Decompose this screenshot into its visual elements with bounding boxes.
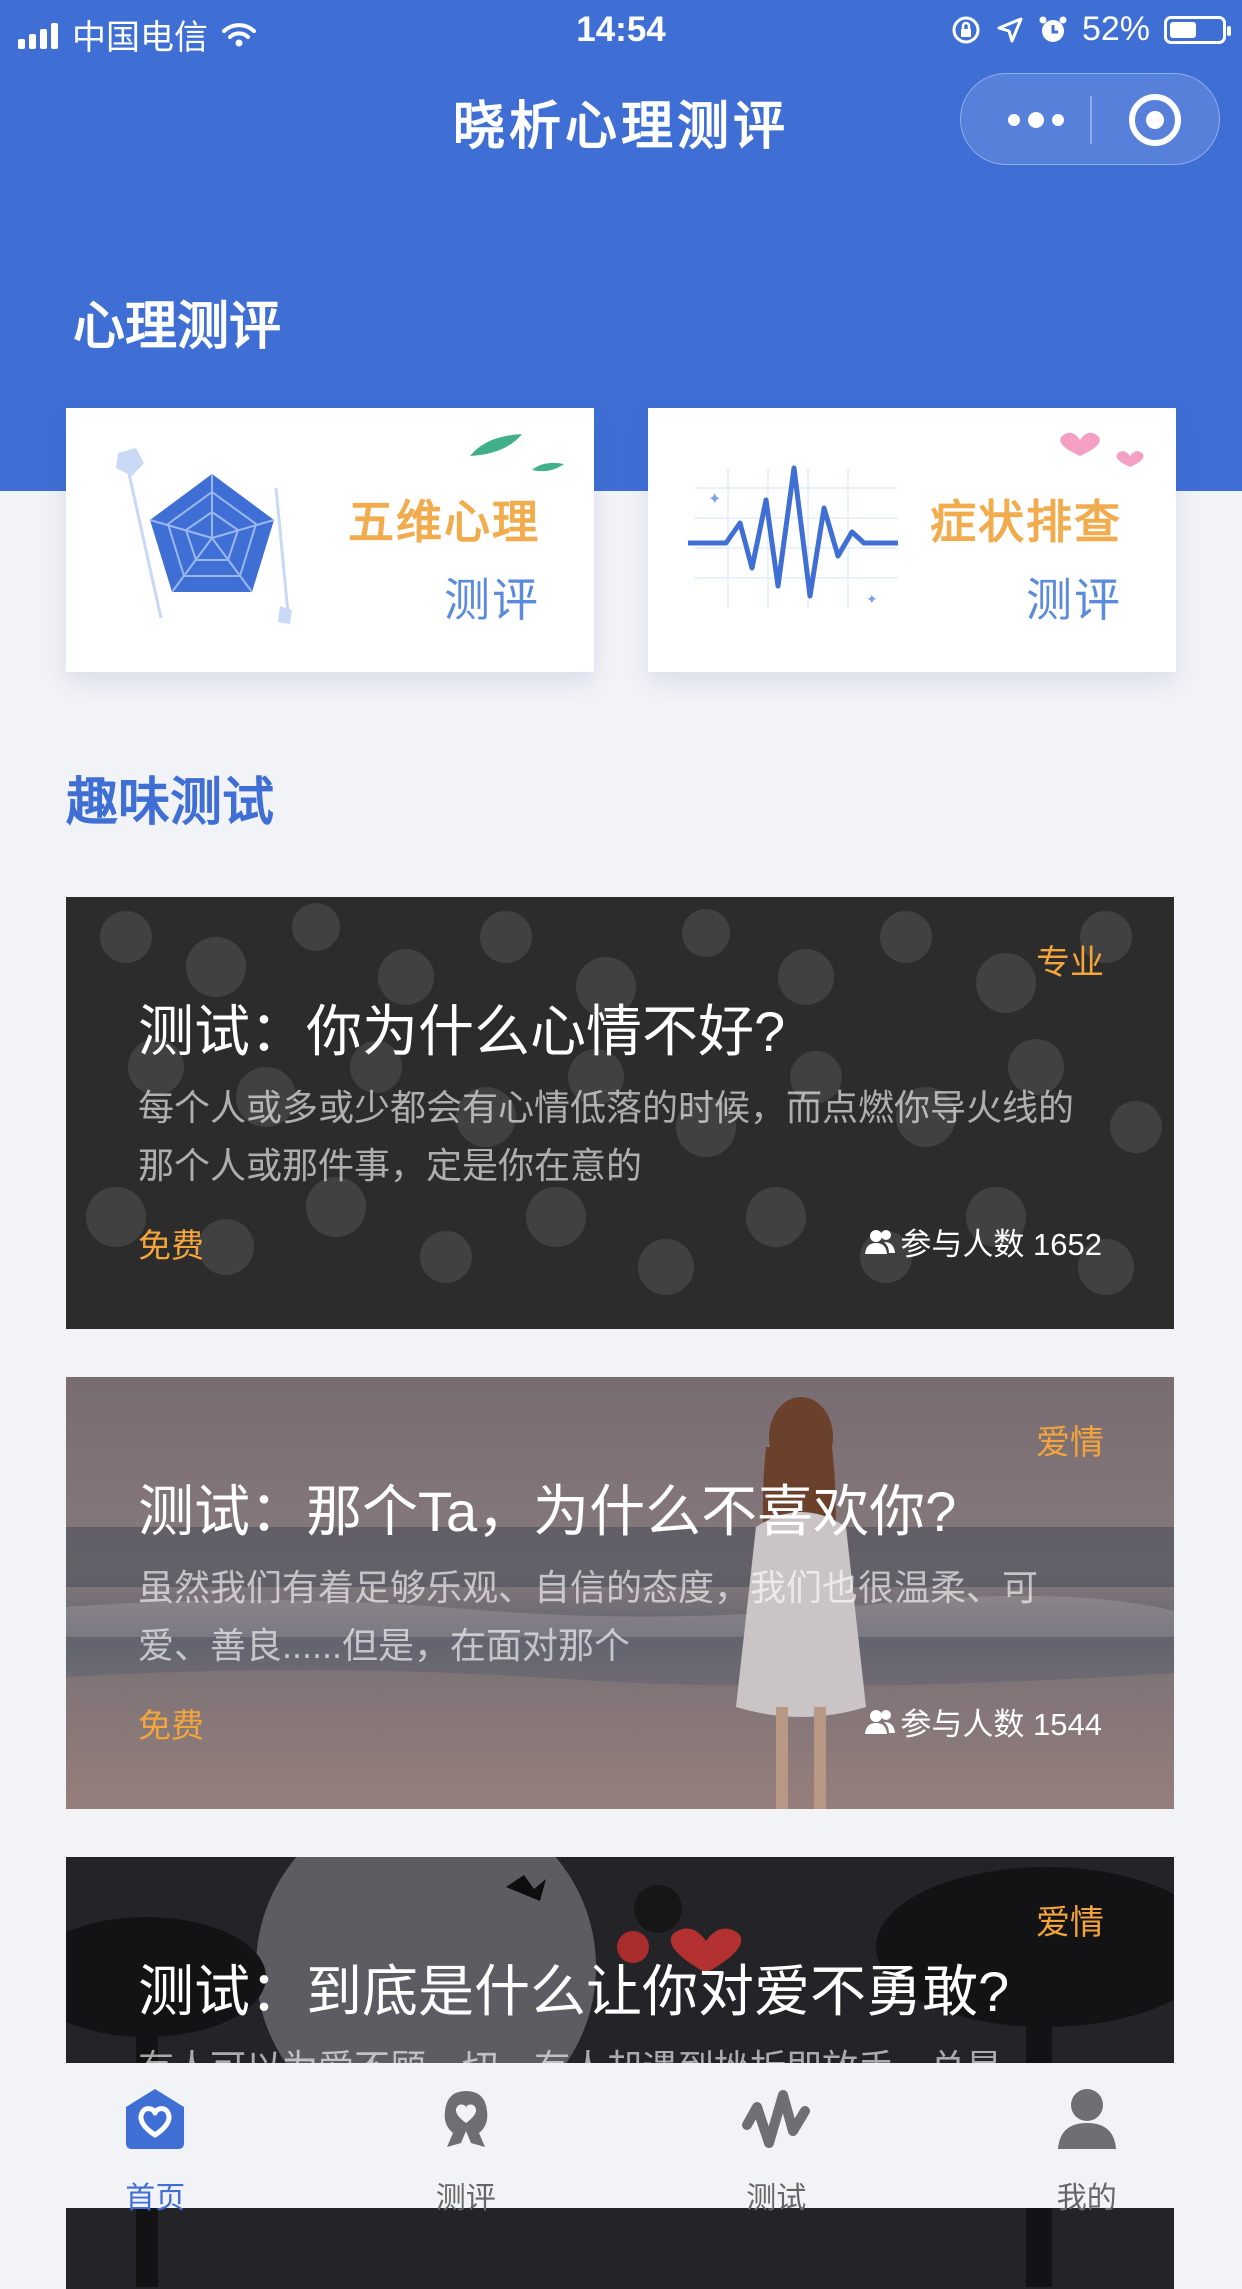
tab-mine[interactable]: 我的 [932, 2063, 1242, 2208]
participant-count: 参与人数 1544 [864, 1699, 1102, 1744]
battery-icon [1164, 16, 1226, 44]
tab-label: 测评 [311, 2173, 622, 2217]
capsule-divider [1090, 96, 1092, 144]
alarm-icon [1038, 15, 1068, 45]
status-right: 52% [950, 10, 1226, 49]
battery-percent: 52% [1082, 10, 1150, 49]
test-price: 免费 [138, 1219, 204, 1267]
eval-card-title: 症状排查 [930, 486, 1122, 552]
mini-program-capsule [960, 73, 1220, 165]
tab-bar: 首页 测评 测试 我的 [0, 2063, 1242, 2208]
tab-test[interactable]: 测试 [621, 2063, 932, 2208]
svg-text:✦: ✦ [866, 591, 878, 607]
svg-text:✦: ✦ [708, 491, 721, 508]
test-description: 虽然我们有着足够乐观、自信的态度，我们也很温柔、可爱、善良......但是，在面… [138, 1559, 1098, 1675]
eval-card-title: 五维心理 [348, 486, 540, 552]
rotation-lock-icon [950, 14, 982, 46]
target-circle-icon[interactable] [1129, 94, 1181, 146]
evaluation-icon [433, 2085, 499, 2151]
tab-evaluation[interactable]: 测评 [311, 2063, 622, 2208]
test-description: 每个人或多或少都会有心情低落的时候，而点燃你导火线的那个人或那件事，定是你在意的 [138, 1079, 1098, 1195]
eval-card-symptom-check[interactable]: ✦ ✦ 症状排查 测评 [648, 408, 1176, 672]
test-wave-icon [741, 2085, 811, 2151]
test-price: 免费 [138, 1699, 204, 1747]
test-card[interactable]: 专业 测试：你为什么心情不好? 每个人或多或少都会有心情低落的时候，而点燃你导火… [66, 897, 1174, 1329]
tab-label: 首页 [0, 2173, 311, 2217]
users-icon [864, 1228, 896, 1256]
test-tag: 爱情 [1036, 1415, 1104, 1464]
tab-home[interactable]: 首页 [0, 2063, 311, 2208]
eval-card-subtitle: 测评 [1026, 564, 1122, 630]
eval-card-five-dimension[interactable]: 五维心理 测评 [66, 408, 594, 672]
fun-section-title: 趣味测试 [66, 760, 274, 835]
user-icon [1054, 2085, 1120, 2151]
home-heart-icon [122, 2085, 188, 2151]
tab-label: 测试 [621, 2173, 932, 2217]
test-title: 测试：那个Ta，为什么不喜欢你? [138, 1467, 956, 1548]
users-icon [864, 1708, 896, 1736]
test-title: 测试：你为什么心情不好? [138, 987, 785, 1068]
participant-count-text: 参与人数 1544 [900, 1699, 1102, 1744]
location-icon [996, 16, 1024, 44]
test-tag: 专业 [1036, 935, 1104, 984]
more-dots-icon[interactable] [1001, 74, 1071, 166]
psych-section-title: 心理测评 [73, 284, 281, 359]
participant-count: 参与人数 1652 [864, 1219, 1102, 1264]
test-tag: 爱情 [1036, 1895, 1104, 1944]
tab-label: 我的 [932, 2173, 1242, 2217]
test-card[interactable]: 爱情 测试：那个Ta，为什么不喜欢你? 虽然我们有着足够乐观、自信的态度，我们也… [66, 1377, 1174, 1809]
test-title: 测试：到底是什么让你对爱不勇敢? [138, 1947, 1009, 2028]
eval-card-subtitle: 测评 [444, 564, 540, 630]
participant-count-text: 参与人数 1652 [900, 1219, 1102, 1264]
status-bar: 中国电信 14:54 52% [0, 0, 1242, 62]
